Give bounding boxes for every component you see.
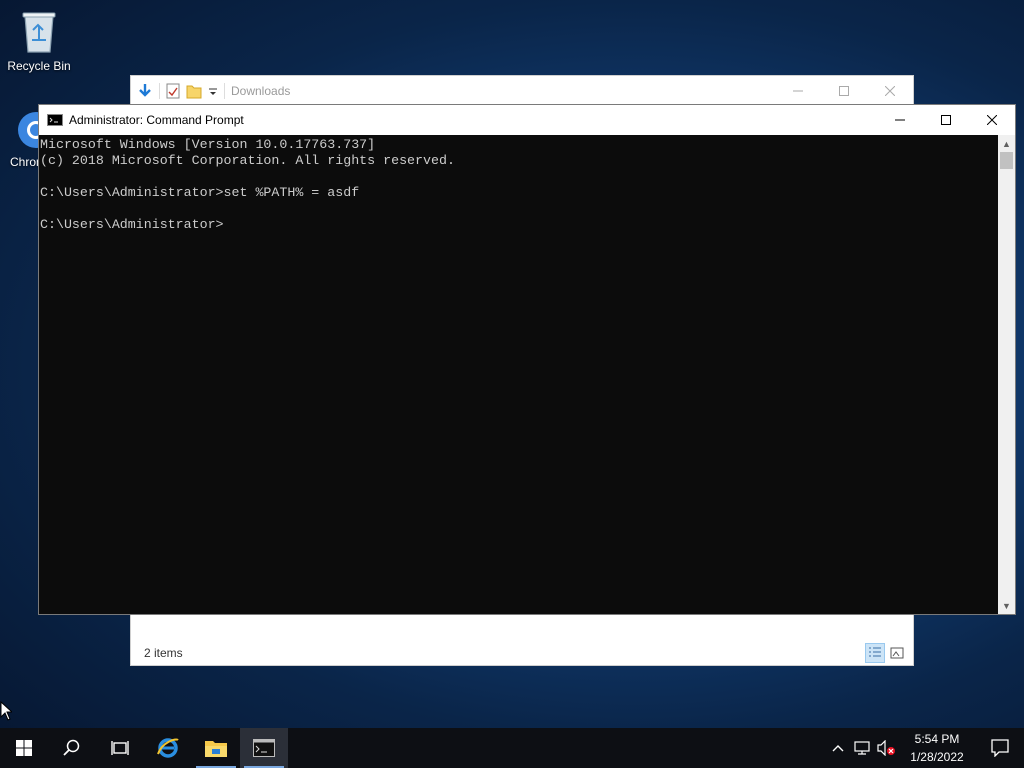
mouse-cursor-icon [0, 701, 12, 721]
maximize-button[interactable] [821, 76, 867, 105]
close-icon [987, 115, 997, 125]
chevron-up-icon [832, 745, 844, 752]
maximize-icon [839, 85, 849, 96]
cmd-titlebar[interactable]: Administrator: Command Prompt [39, 105, 1015, 135]
scroll-up-arrow[interactable]: ▲ [998, 135, 1015, 152]
minimize-icon [895, 119, 905, 121]
close-button[interactable] [969, 105, 1015, 135]
desktop-icon-chrome[interactable]: Chrome [0, 110, 40, 169]
quick-access-toolbar [131, 76, 225, 105]
chrome-icon [18, 112, 40, 148]
notification-icon [991, 739, 1009, 757]
new-folder-icon[interactable] [186, 83, 202, 99]
minimize-button[interactable] [877, 105, 923, 135]
search-icon [63, 739, 80, 756]
clock[interactable]: 5:54 PM 1/28/2022 [898, 730, 976, 766]
customize-dropdown-icon[interactable] [208, 83, 218, 99]
desktop-icon-label: Chrome [10, 155, 40, 169]
console-prompt-line: C:\Users\Administrator> [40, 217, 224, 232]
explorer-statusbar: 2 items [131, 641, 913, 665]
taskbar-command-prompt[interactable] [240, 728, 288, 768]
command-prompt-icon [253, 739, 275, 757]
network-tray-button[interactable] [850, 728, 874, 768]
cmd-app-icon [47, 114, 63, 126]
show-hidden-icons-button[interactable] [826, 728, 850, 768]
view-switcher [865, 643, 907, 663]
cmd-title: Administrator: Command Prompt [69, 113, 244, 127]
scroll-down-arrow[interactable]: ▼ [998, 597, 1015, 614]
desktop-icon-recycle-bin[interactable]: Recycle Bin [0, 8, 78, 73]
explorer-titlebar[interactable]: Downloads [131, 76, 913, 105]
window-controls [877, 105, 1015, 135]
action-center-button[interactable] [976, 728, 1024, 768]
volume-muted-icon [877, 740, 895, 756]
explorer-title: Downloads [231, 83, 291, 98]
volume-tray-button[interactable] [874, 728, 898, 768]
minimize-icon [793, 90, 803, 91]
scrollbar-thumb[interactable] [1000, 152, 1013, 169]
task-view-icon [111, 741, 129, 755]
console-line: Microsoft Windows [Version 10.0.17763.73… [40, 137, 376, 152]
vertical-scrollbar[interactable]: ▲ ▼ [998, 135, 1015, 614]
download-arrow-icon [139, 83, 151, 97]
network-icon [854, 741, 870, 755]
recycle-bin-icon [22, 12, 56, 53]
close-icon [885, 85, 895, 96]
windows-logo-icon [16, 740, 32, 756]
command-prompt-window[interactable]: Administrator: Command Prompt Microsoft … [38, 104, 1016, 615]
item-count: 2 items [144, 646, 183, 660]
taskbar: 5:54 PM 1/28/2022 [0, 728, 1024, 768]
maximize-button[interactable] [923, 105, 969, 135]
clock-time: 5:54 PM [914, 732, 960, 746]
console-output[interactable]: Microsoft Windows [Version 10.0.17763.73… [39, 135, 998, 614]
details-view-button[interactable] [865, 643, 885, 663]
internet-explorer-icon [157, 738, 179, 758]
window-controls [775, 76, 913, 105]
search-button[interactable] [48, 728, 96, 768]
properties-icon[interactable] [166, 83, 180, 99]
taskbar-internet-explorer[interactable] [144, 728, 192, 768]
console-line: (c) 2018 Microsoft Corporation. All righ… [40, 153, 455, 168]
start-button[interactable] [0, 728, 48, 768]
taskbar-file-explorer[interactable] [192, 728, 240, 768]
file-explorer-icon [205, 741, 227, 757]
clock-date: 1/28/2022 [910, 750, 964, 764]
desktop-icon-label: Recycle Bin [7, 59, 71, 73]
task-view-button[interactable] [96, 728, 144, 768]
maximize-icon [941, 115, 951, 125]
details-view-icon [869, 647, 881, 657]
minimize-button[interactable] [775, 76, 821, 105]
large-icons-view-button[interactable] [887, 643, 907, 663]
close-button[interactable] [867, 76, 913, 105]
system-tray: 5:54 PM 1/28/2022 [826, 728, 1024, 768]
console-line: C:\Users\Administrator>set %PATH% = asdf [40, 185, 360, 200]
large-icons-view-icon [890, 647, 904, 659]
